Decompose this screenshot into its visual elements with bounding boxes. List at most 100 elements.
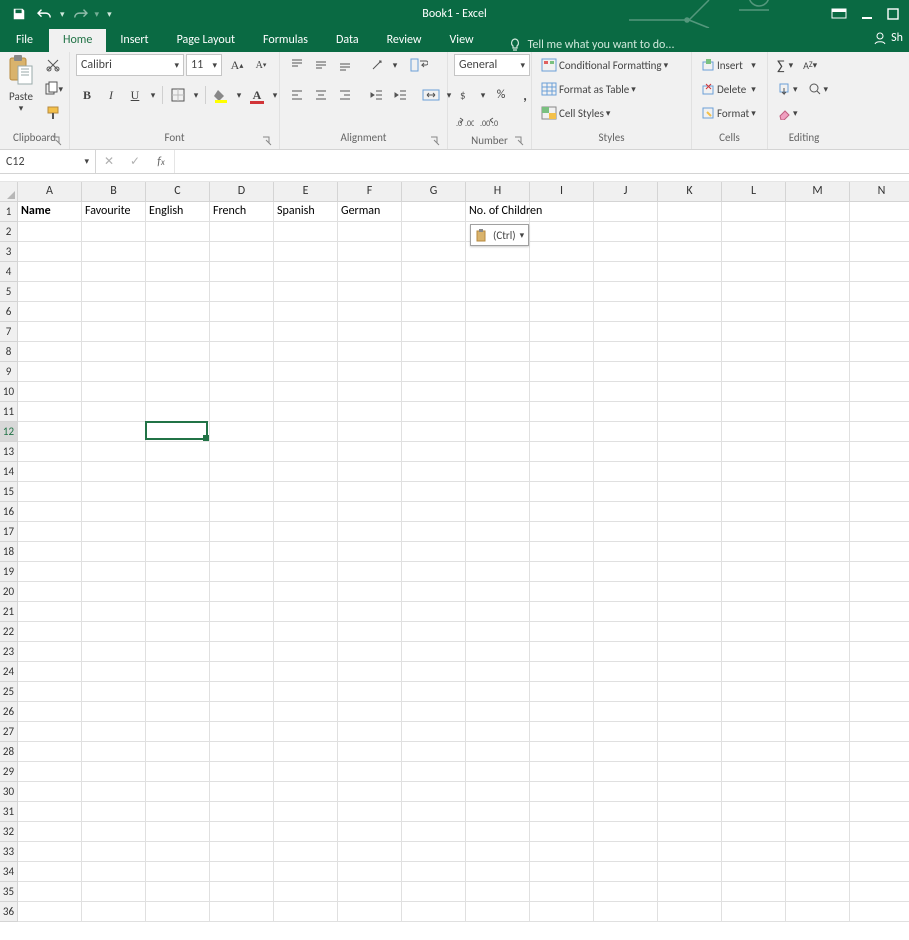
orientation-more-icon[interactable]: ▾ xyxy=(390,54,400,76)
cell[interactable] xyxy=(850,882,909,902)
wrap-text-button[interactable] xyxy=(408,54,430,76)
cell[interactable] xyxy=(210,282,274,302)
cell[interactable] xyxy=(18,382,82,402)
cell[interactable] xyxy=(850,242,909,262)
cell[interactable] xyxy=(466,422,530,442)
format-cells-button[interactable]: Format▾ xyxy=(698,102,759,124)
cell[interactable] xyxy=(786,322,850,342)
row-header[interactable]: 17 xyxy=(0,522,18,542)
cell[interactable] xyxy=(594,522,658,542)
cell[interactable] xyxy=(274,782,338,802)
cell[interactable] xyxy=(338,802,402,822)
cell[interactable] xyxy=(210,642,274,662)
cell[interactable] xyxy=(210,362,274,382)
find-icon[interactable] xyxy=(808,82,822,96)
cell[interactable] xyxy=(274,342,338,362)
increase-font-button[interactable]: A▴ xyxy=(226,54,248,76)
cell[interactable] xyxy=(466,302,530,322)
cell[interactable] xyxy=(146,222,210,242)
cell[interactable] xyxy=(210,822,274,842)
cell[interactable] xyxy=(850,622,909,642)
cell[interactable] xyxy=(274,902,338,922)
cell[interactable] xyxy=(18,602,82,622)
formula-input[interactable] xyxy=(175,150,909,173)
cell[interactable] xyxy=(722,442,786,462)
column-header-D[interactable]: D xyxy=(210,182,274,202)
cell[interactable] xyxy=(402,242,466,262)
cell[interactable] xyxy=(402,662,466,682)
cell[interactable] xyxy=(722,842,786,862)
cell[interactable] xyxy=(594,342,658,362)
cell[interactable] xyxy=(146,522,210,542)
font-launcher-icon[interactable] xyxy=(261,135,273,147)
cell[interactable] xyxy=(658,582,722,602)
cell[interactable] xyxy=(146,722,210,742)
cell[interactable] xyxy=(18,422,82,442)
cell[interactable] xyxy=(146,542,210,562)
cell[interactable] xyxy=(146,642,210,662)
cell[interactable] xyxy=(466,362,530,382)
cell[interactable] xyxy=(274,862,338,882)
column-header-B[interactable]: B xyxy=(82,182,146,202)
cell[interactable] xyxy=(530,442,594,462)
cell[interactable] xyxy=(146,282,210,302)
cell[interactable] xyxy=(466,522,530,542)
cell[interactable] xyxy=(594,562,658,582)
column-header-K[interactable]: K xyxy=(658,182,722,202)
cell[interactable] xyxy=(402,402,466,422)
cell[interactable] xyxy=(850,762,909,782)
cell[interactable] xyxy=(338,542,402,562)
cell[interactable] xyxy=(402,842,466,862)
borders-button[interactable] xyxy=(167,84,189,106)
cell[interactable] xyxy=(18,402,82,422)
cell[interactable] xyxy=(402,702,466,722)
cell[interactable] xyxy=(786,662,850,682)
cell[interactable] xyxy=(210,622,274,642)
cell[interactable] xyxy=(530,422,594,442)
cell[interactable] xyxy=(466,262,530,282)
bold-button[interactable]: B xyxy=(76,84,98,106)
cell[interactable] xyxy=(274,682,338,702)
cell[interactable] xyxy=(466,442,530,462)
cell[interactable] xyxy=(402,342,466,362)
cell[interactable] xyxy=(786,562,850,582)
cell[interactable] xyxy=(594,402,658,422)
cell[interactable] xyxy=(658,362,722,382)
cell[interactable] xyxy=(530,682,594,702)
cell[interactable] xyxy=(722,582,786,602)
cell[interactable] xyxy=(82,882,146,902)
cell[interactable] xyxy=(210,662,274,682)
cell[interactable]: No. of Children xyxy=(466,202,530,222)
cell[interactable] xyxy=(402,682,466,702)
number-launcher-icon[interactable] xyxy=(513,135,525,147)
cell[interactable] xyxy=(466,562,530,582)
cancel-formula-button[interactable]: ✕ xyxy=(96,154,122,169)
cell[interactable] xyxy=(18,222,82,242)
cell[interactable] xyxy=(786,742,850,762)
cell[interactable] xyxy=(82,342,146,362)
tab-insert[interactable]: Insert xyxy=(106,29,162,52)
cell[interactable] xyxy=(530,602,594,622)
cell[interactable] xyxy=(146,682,210,702)
cell[interactable] xyxy=(658,342,722,362)
cell[interactable] xyxy=(530,562,594,582)
font-color-button[interactable]: A xyxy=(246,84,268,106)
cell[interactable] xyxy=(18,722,82,742)
row-header[interactable]: 32 xyxy=(0,822,18,842)
row-header[interactable]: 26 xyxy=(0,702,18,722)
cell[interactable] xyxy=(786,242,850,262)
row-header[interactable]: 12 xyxy=(0,422,18,442)
cell[interactable] xyxy=(338,682,402,702)
increase-decimal-button[interactable]: .0.00 xyxy=(454,112,476,134)
maximize-button[interactable] xyxy=(887,8,899,20)
row-header[interactable]: 35 xyxy=(0,882,18,902)
cell[interactable] xyxy=(722,882,786,902)
cell[interactable] xyxy=(146,482,210,502)
cell[interactable]: French xyxy=(210,202,274,222)
cell[interactable] xyxy=(338,882,402,902)
cell[interactable] xyxy=(594,602,658,622)
tab-file[interactable]: File xyxy=(0,29,49,52)
cell[interactable] xyxy=(274,702,338,722)
cell[interactable]: English xyxy=(146,202,210,222)
cell[interactable] xyxy=(18,742,82,762)
